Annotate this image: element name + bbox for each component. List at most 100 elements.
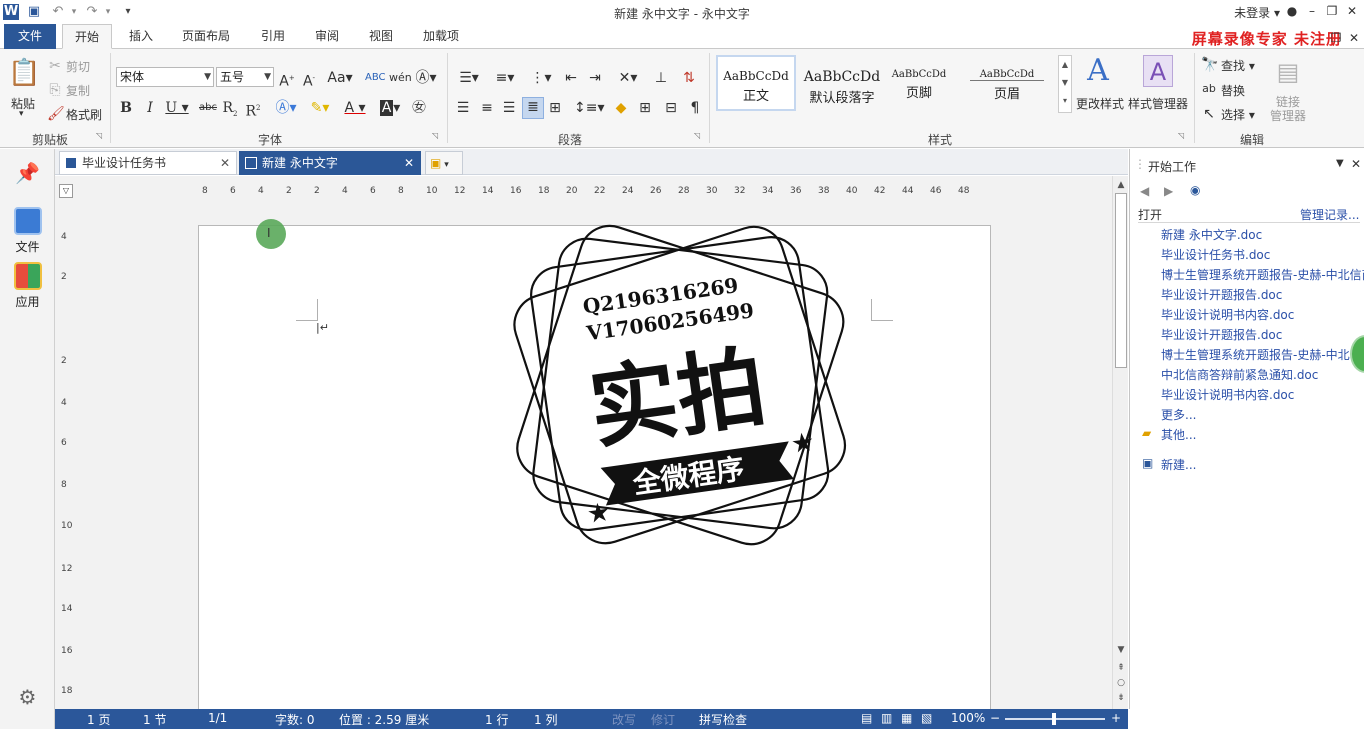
- text-effect-icon[interactable]: Ⓐ▾: [272, 99, 300, 117]
- recent-file-link[interactable]: 博士生管理系统开题报告-史赫-中北信商: [1161, 346, 1364, 363]
- paste-dropdown-icon[interactable]: ▾: [19, 109, 24, 119]
- vertical-ruler[interactable]: 4 2 2 4 6 8 10 12 14 16 18: [55, 202, 75, 709]
- doc-tab-task-book[interactable]: 毕业设计任务书 ✕: [59, 151, 237, 175]
- scroll-down-icon[interactable]: ▼: [1114, 643, 1128, 657]
- forward-icon[interactable]: ▶: [1164, 184, 1173, 198]
- status-overwrite[interactable]: 改写: [612, 711, 636, 728]
- format-painter-button[interactable]: 格式刷: [66, 106, 102, 123]
- doc-tab-new-document[interactable]: 新建 永中文字 ✕: [239, 151, 421, 175]
- recent-file-link[interactable]: 新建 永中文字.doc: [1161, 226, 1262, 243]
- settings-gear-icon[interactable]: ⚙: [0, 685, 55, 709]
- char-border-icon[interactable]: Ⓐ▾: [412, 69, 440, 87]
- paragraph-launcher-icon[interactable]: ◹: [694, 131, 700, 140]
- superscript-icon[interactable]: R2: [244, 99, 262, 121]
- font-size-select[interactable]: 五号 ▼: [216, 67, 274, 87]
- recent-file-link[interactable]: 毕业设计说明书内容.doc: [1161, 386, 1294, 403]
- justify-icon[interactable]: ≣: [522, 97, 544, 119]
- underline-icon[interactable]: U ▾: [164, 99, 190, 117]
- clipboard-launcher-icon[interactable]: ◹: [96, 131, 102, 140]
- align-right-icon[interactable]: ☰: [500, 99, 518, 117]
- document-canvas[interactable]: 8 6 4 2 2 4 6 8 10 12 14 16 18 20 22 24 26 28 30 32 34 36 38 40…: [55, 176, 1112, 709]
- home-icon[interactable]: ◉: [1190, 183, 1200, 197]
- select-button[interactable]: 选择 ▾: [1221, 106, 1255, 123]
- styles-scroll-icon[interactable]: ▲ ▼ ▾: [1058, 55, 1072, 113]
- floating-badge[interactable]: [1350, 335, 1364, 373]
- next-page-icon[interactable]: ⇟: [1114, 691, 1128, 705]
- other-files-link[interactable]: 其他...: [1161, 426, 1196, 443]
- outline-view-icon[interactable]: ▦: [901, 711, 912, 725]
- scroll-thumb[interactable]: [1115, 193, 1127, 368]
- shrink-font-icon[interactable]: A-: [300, 69, 318, 91]
- highlight-icon[interactable]: ✎▾: [305, 99, 335, 117]
- style-footer[interactable]: AaBbCcDd 页脚: [884, 55, 954, 111]
- vertical-scrollbar[interactable]: ▲ ▼ ⇞ ○ ⇟: [1112, 176, 1128, 709]
- font-launcher-icon[interactable]: ◹: [432, 131, 438, 140]
- zoom-level[interactable]: 100%: [951, 711, 985, 725]
- new-document-link[interactable]: 新建...: [1161, 456, 1196, 473]
- find-button[interactable]: 查找 ▾: [1221, 57, 1255, 74]
- distributed-align-icon[interactable]: ⊞: [546, 99, 564, 117]
- tab-insert[interactable]: 插入: [118, 24, 164, 49]
- pane-grip-icon[interactable]: ⋮: [1134, 157, 1146, 171]
- strikethrough-icon[interactable]: abc: [198, 99, 218, 117]
- show-marks-icon[interactable]: ¶: [686, 99, 704, 117]
- restore-button[interactable]: ❐: [1324, 3, 1340, 19]
- tab-stop-selector-icon[interactable]: ▽: [59, 184, 73, 198]
- shading-icon[interactable]: ◆: [612, 99, 630, 117]
- decrease-indent-icon[interactable]: ⇤: [562, 69, 580, 87]
- recent-file-link[interactable]: 毕业设计任务书.doc: [1161, 246, 1270, 263]
- tab-add-ins[interactable]: 加载项: [412, 24, 470, 49]
- tab-page-layout[interactable]: 页面布局: [172, 24, 240, 49]
- nav-apps[interactable]: 应用: [0, 262, 55, 310]
- change-case-icon[interactable]: Aa▾: [327, 69, 353, 87]
- tab-view[interactable]: 视图: [358, 24, 404, 49]
- tab-file[interactable]: 文件: [4, 24, 56, 49]
- minimize-button[interactable]: –: [1304, 3, 1320, 19]
- back-icon[interactable]: ◀: [1140, 184, 1149, 198]
- sort-icon[interactable]: ⇅: [680, 69, 698, 87]
- close-pane-icon[interactable]: ✕: [1351, 157, 1361, 171]
- status-spell-check[interactable]: 拼写检查: [699, 711, 747, 728]
- zoom-out-icon[interactable]: −: [990, 711, 1000, 725]
- reading-view-icon[interactable]: ▧: [921, 711, 932, 725]
- close-tab-icon[interactable]: ✕: [220, 152, 230, 174]
- browse-object-icon[interactable]: ○: [1114, 676, 1128, 690]
- previous-page-icon[interactable]: ⇞: [1114, 661, 1128, 675]
- frame-icon[interactable]: ⊟: [662, 99, 680, 117]
- pinyin-icon[interactable]: wén: [389, 69, 412, 87]
- status-word-count[interactable]: 字数: 0: [275, 711, 315, 728]
- print-layout-view-icon[interactable]: ▤: [861, 711, 872, 725]
- paste-icon[interactable]: 📋: [8, 57, 40, 89]
- tab-references[interactable]: 引用: [250, 24, 296, 49]
- style-normal[interactable]: AaBbCcDd 正文: [716, 55, 796, 111]
- ribbon-restore-icon[interactable]: ❐: [1328, 30, 1344, 46]
- close-tab-icon[interactable]: ✕: [404, 152, 414, 174]
- numbering-icon[interactable]: ≡▾: [490, 69, 520, 87]
- recent-file-link[interactable]: 毕业设计开题报告.doc: [1161, 286, 1282, 303]
- bold-icon[interactable]: B: [118, 99, 134, 117]
- grow-font-icon[interactable]: A+: [278, 69, 296, 91]
- ribbon-close-icon[interactable]: ✕: [1346, 30, 1362, 46]
- link-manager-button[interactable]: 链接 管理器: [1270, 95, 1306, 123]
- align-left-icon[interactable]: ☰: [454, 99, 472, 117]
- pin-icon[interactable]: 📌: [0, 161, 55, 185]
- pane-options-icon[interactable]: ▼: [1336, 158, 1344, 169]
- borders-icon[interactable]: ⊞: [636, 99, 654, 117]
- subscript-icon[interactable]: R2: [221, 99, 239, 123]
- close-button[interactable]: ✕: [1344, 3, 1360, 19]
- style-header[interactable]: AaBbCcDd 页眉: [970, 55, 1044, 111]
- phonetic-icon[interactable]: ABC: [365, 69, 386, 87]
- tab-home[interactable]: 开始: [62, 24, 112, 49]
- zoom-in-icon[interactable]: +: [1111, 711, 1121, 725]
- recent-file-link[interactable]: 毕业设计开题报告.doc: [1161, 326, 1282, 343]
- align-center-icon[interactable]: ≡: [478, 99, 496, 117]
- tab-review[interactable]: 审阅: [304, 24, 350, 49]
- user-icon[interactable]: ●: [1284, 3, 1300, 19]
- recent-file-link[interactable]: 毕业设计说明书内容.doc: [1161, 306, 1294, 323]
- recent-file-link[interactable]: 博士生管理系统开题报告-史赫-中北信商: [1161, 266, 1364, 283]
- nav-file[interactable]: 文件: [0, 207, 55, 255]
- horizontal-ruler[interactable]: 8 6 4 2 2 4 6 8 10 12 14 16 18 20 22 24 26 28 30 32 34 36 38 40…: [75, 181, 1112, 201]
- style-manager-button[interactable]: 样式管理器: [1128, 95, 1188, 112]
- line-spacing-icon[interactable]: ↕≡▾: [574, 99, 605, 117]
- login-status[interactable]: 未登录 ▾: [1234, 4, 1280, 21]
